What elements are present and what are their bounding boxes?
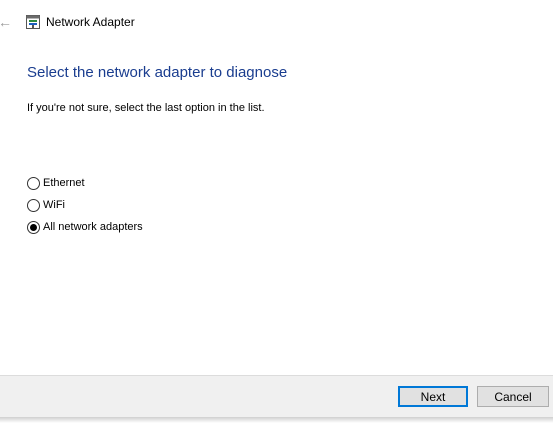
radio-label[interactable]: Ethernet (43, 176, 85, 190)
next-button[interactable]: Next (398, 386, 468, 407)
adapter-radio-group: Ethernet WiFi All network adapters (27, 172, 143, 238)
title-bar: ← Network Adapter (0, 0, 553, 44)
page-heading: Select the network adapter to diagnose (27, 64, 288, 81)
radio-button-selected[interactable] (27, 220, 40, 234)
cancel-button[interactable]: Cancel (477, 386, 549, 407)
window-title: Network Adapter (46, 15, 135, 29)
troubleshooter-window: ← Network Adapter Select the network ada… (0, 0, 553, 420)
network-adapter-icon (26, 15, 40, 29)
radio-button[interactable] (27, 198, 40, 212)
button-bar: Next Cancel (0, 375, 553, 417)
window-shadow (0, 417, 553, 423)
hint-text: If you're not sure, select the last opti… (27, 102, 265, 114)
back-arrow-icon[interactable]: ← (0, 13, 12, 31)
radio-button[interactable] (27, 176, 40, 190)
radio-option-all-adapters[interactable]: All network adapters (27, 216, 143, 238)
radio-label[interactable]: WiFi (43, 198, 65, 212)
radio-option-ethernet[interactable]: Ethernet (27, 172, 143, 194)
radio-option-wifi[interactable]: WiFi (27, 194, 143, 216)
radio-label[interactable]: All network adapters (43, 220, 143, 234)
